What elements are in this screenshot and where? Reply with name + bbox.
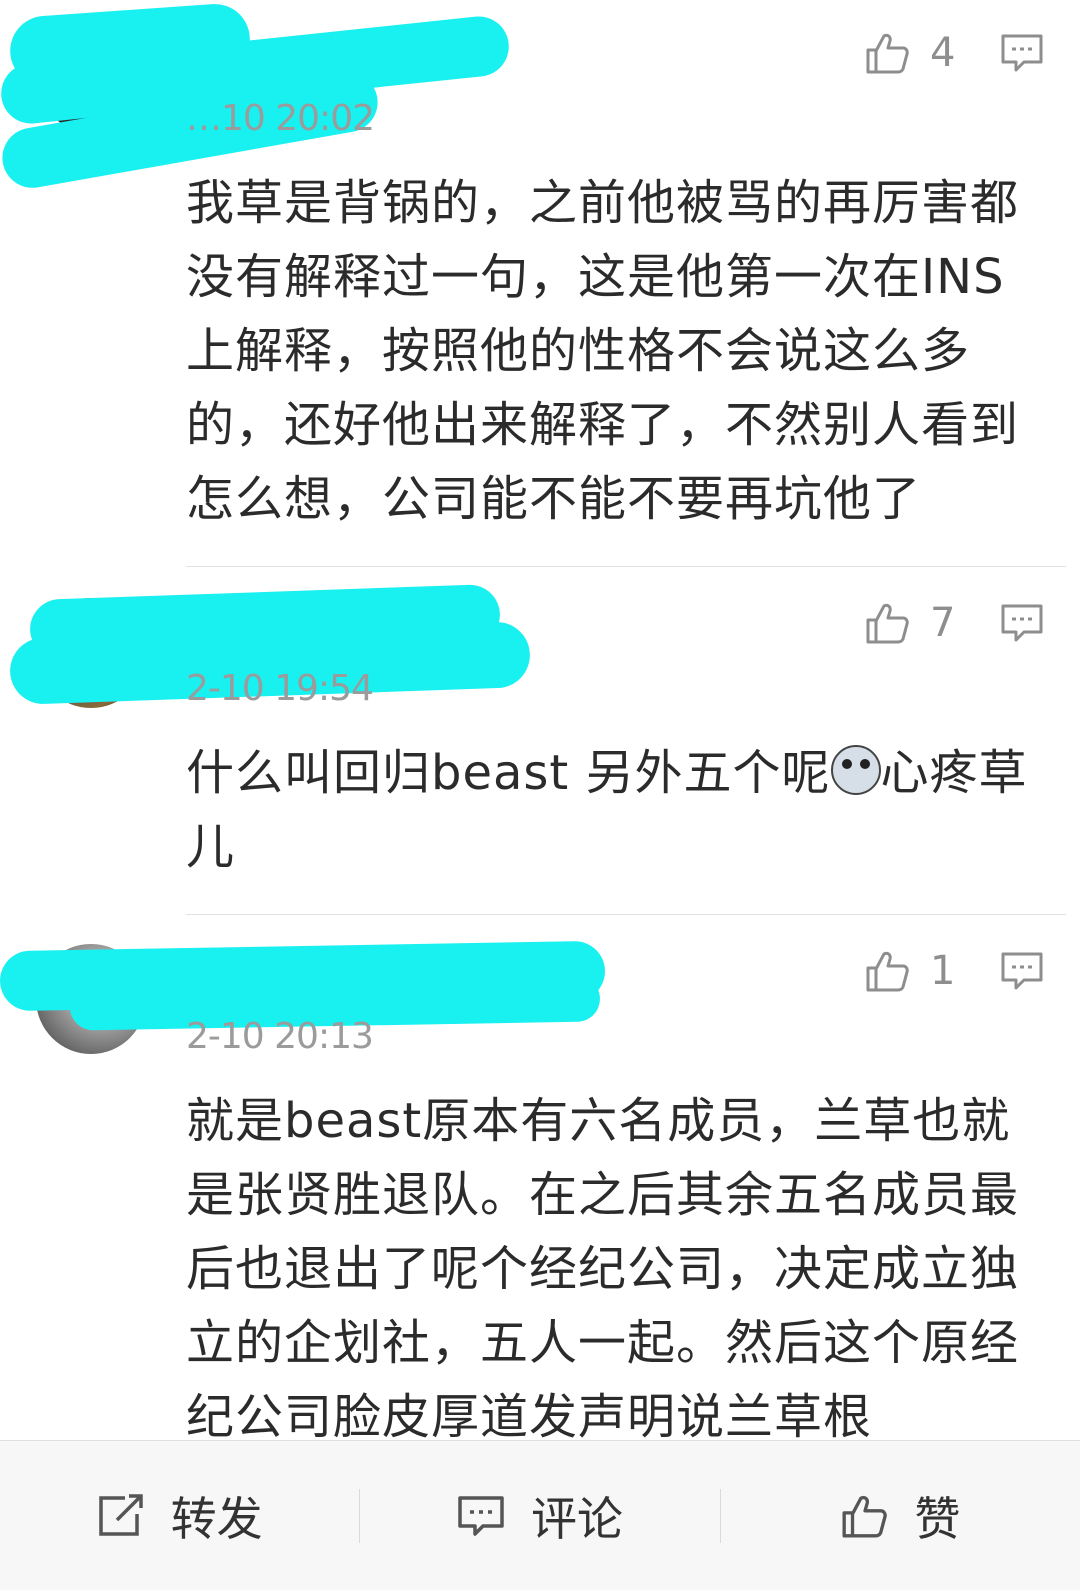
comment-timestamp: 2-10 19:54: [186, 668, 374, 709]
thumbs-up-icon: [864, 948, 910, 994]
like-count: 4: [930, 30, 956, 76]
like-count: 1: [930, 948, 956, 994]
comment-text: 我草是背锅的，之前他被骂的再厉害都没有解释过一句，这是他第一次在INS上解释，按…: [186, 175, 1020, 527]
comment-actions: 7: [864, 600, 1044, 646]
comment-actions: 4: [864, 30, 1044, 76]
like-button[interactable]: 7: [864, 600, 960, 646]
reply-icon[interactable]: [1000, 950, 1044, 992]
comment-icon: [457, 1494, 505, 1538]
divider: [186, 914, 1066, 915]
comment-button[interactable]: 评论: [360, 1441, 719, 1590]
repost-button[interactable]: 转发: [0, 1441, 359, 1590]
thumbs-up-icon: [840, 1492, 888, 1540]
like-label: 赞: [914, 1491, 961, 1546]
thumbs-up-icon: [864, 30, 910, 76]
like-button[interactable]: 1: [864, 948, 960, 994]
reply-icon[interactable]: [1000, 32, 1044, 74]
comment-label: 评论: [530, 1491, 623, 1546]
comment-text: 什么叫回归beast 另外五个呢 心疼草儿: [186, 736, 1046, 884]
bottom-action-bar: 转发 评论 赞: [0, 1440, 1080, 1590]
comment-timestamp: …10 20:02: [186, 98, 375, 139]
repost-label: 转发: [170, 1491, 263, 1546]
comment-text-part: 什么叫回归beast 另外五个呢: [186, 745, 831, 801]
like-post-button[interactable]: 赞: [721, 1441, 1080, 1590]
comment-text: 就是beast原本有六名成员，兰草也就是张贤胜退队。在之后其余五名成员最后也退出…: [186, 1093, 1020, 1440]
share-icon: [97, 1493, 145, 1538]
comment-actions: 1: [864, 948, 1044, 994]
reply-icon[interactable]: [1000, 602, 1044, 644]
like-count: 7: [930, 600, 956, 646]
thumbs-up-icon: [864, 600, 910, 646]
comment-timestamp: 2-10 20:13: [186, 1016, 374, 1057]
like-button[interactable]: 4: [864, 30, 960, 76]
surprised-dog-emoji: [830, 745, 881, 795]
divider: [186, 566, 1066, 567]
